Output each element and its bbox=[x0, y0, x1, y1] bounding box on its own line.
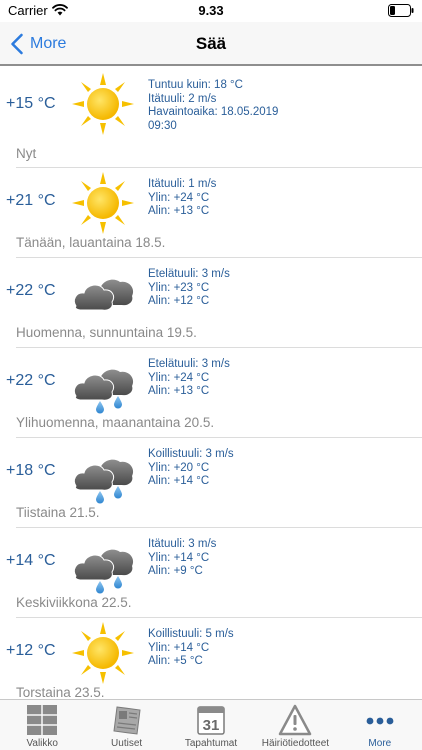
more-dots-icon bbox=[366, 717, 394, 725]
tab-uutiset[interactable]: Uutiset bbox=[84, 700, 168, 750]
day-label: Tänään, lauantaina 18.5. bbox=[16, 235, 166, 250]
navigation-bar: More Sää bbox=[0, 22, 422, 66]
status-bar: Carrier 9.33 bbox=[0, 0, 422, 22]
tab-more[interactable]: More bbox=[338, 700, 422, 750]
battery-icon bbox=[388, 4, 414, 17]
tab-tapahtumat[interactable]: 31 Tapahtumat bbox=[169, 700, 253, 750]
temperature: +14 °C bbox=[6, 552, 56, 569]
observation-time: Havaintoaika: 18.05.2019 bbox=[148, 106, 279, 118]
max-temp: Ylin: +24 °C bbox=[148, 191, 210, 204]
forecast-row: +22 °C Etelätuuli: 3 m/s Ylin: +24 °C Al… bbox=[0, 348, 422, 438]
forecast-row: +14 °C Itätuuli: 3 m/s Ylin: +14 °C Alin… bbox=[0, 528, 422, 618]
cloud-icon bbox=[70, 260, 136, 326]
rain-cloud-icon bbox=[70, 440, 136, 506]
tab-valikko[interactable]: Valikko bbox=[0, 700, 84, 750]
wind: Etelätuuli: 3 m/s bbox=[148, 268, 230, 280]
temperature: +21 °C bbox=[6, 192, 56, 209]
day-label: Torstaina 23.5. bbox=[16, 685, 105, 699]
tab-label: Valikko bbox=[26, 738, 58, 749]
forecast-row: +22 °C Etelätuuli: 3 m/s Ylin: +23 °C Al… bbox=[0, 258, 422, 348]
tab-label: Häiriötiedotteet bbox=[261, 738, 330, 749]
tab-label: Tapahtumat bbox=[184, 738, 238, 749]
min-temp: Alin: +9 °C bbox=[148, 565, 203, 577]
temperature: +22 °C bbox=[6, 372, 56, 389]
page-title: Sää bbox=[195, 34, 227, 53]
forecast-list[interactable]: +15 °C Tuntuu kuin: 18 °C Itätuuli: 2 m/… bbox=[0, 67, 422, 699]
tab-bar: Valikko Uutiset 31 Tapahtumat Häiriötied… bbox=[0, 699, 422, 750]
forecast-details: Tuntuu kuin: 18 °C Itätuuli: 2 m/s Havai… bbox=[148, 79, 278, 133]
sun-icon bbox=[70, 170, 136, 236]
sun-icon bbox=[70, 71, 136, 137]
day-label: Huomenna, sunnuntaina 19.5. bbox=[16, 325, 197, 340]
observation-clock: 09:30 bbox=[148, 119, 177, 132]
tab-hairiotiedotteet[interactable]: Häiriötiedotteet bbox=[253, 700, 337, 750]
forecast-details: Etelätuuli: 3 m/s Ylin: +24 °C Alin: +13… bbox=[148, 358, 230, 399]
max-temp: Ylin: +14 °C bbox=[148, 641, 210, 654]
wind: Itätuuli: 3 m/s bbox=[148, 538, 217, 550]
newspaper-icon bbox=[113, 706, 141, 735]
temperature: +15 °C bbox=[6, 95, 56, 112]
rain-cloud-icon bbox=[70, 350, 136, 416]
forecast-row: +18 °C Koillistuuli: 3 m/s Ylin: +20 °C … bbox=[0, 438, 422, 528]
day-label: Nyt bbox=[16, 146, 37, 161]
forecast-details: Koillistuuli: 3 m/s Ylin: +20 °C Alin: +… bbox=[148, 448, 234, 489]
min-temp: Alin: +5 °C bbox=[148, 655, 203, 667]
tab-label: More bbox=[368, 738, 392, 749]
temperature: +22 °C bbox=[6, 282, 56, 299]
forecast-row: +21 °C Itätuuli: 1 m/s Ylin: +24 °C Alin… bbox=[0, 168, 422, 258]
min-temp: Alin: +12 °C bbox=[148, 295, 210, 307]
day-label: Keskiviikkona 22.5. bbox=[16, 595, 132, 610]
min-temp: Alin: +13 °C bbox=[148, 385, 210, 397]
feels-like: Tuntuu kuin: 18 °C bbox=[148, 79, 243, 91]
max-temp: Ylin: +24 °C bbox=[148, 371, 210, 384]
wind: Itätuuli: 1 m/s bbox=[148, 178, 217, 190]
grid-menu-icon bbox=[27, 705, 58, 735]
calendar-day-text: 31 bbox=[203, 717, 220, 734]
rain-cloud-icon bbox=[70, 530, 136, 596]
min-temp: Alin: +13 °C bbox=[148, 205, 210, 217]
sun-icon bbox=[70, 620, 136, 686]
clock-time: 9.33 bbox=[198, 3, 224, 18]
max-temp: Ylin: +23 °C bbox=[148, 281, 210, 294]
forecast-details: Koillistuuli: 5 m/s Ylin: +14 °C Alin: +… bbox=[148, 628, 234, 669]
wind: Koillistuuli: 3 m/s bbox=[148, 448, 234, 460]
warning-icon bbox=[279, 704, 312, 736]
min-temp: Alin: +14 °C bbox=[148, 475, 210, 487]
tab-label: Uutiset bbox=[111, 738, 143, 749]
day-label: Ylihuomenna, maanantaina 20.5. bbox=[16, 415, 215, 430]
forecast-details: Etelätuuli: 3 m/s Ylin: +23 °C Alin: +12… bbox=[148, 268, 230, 309]
max-temp: Ylin: +14 °C bbox=[148, 551, 210, 564]
calendar-icon: 31 bbox=[197, 706, 225, 735]
temperature: +18 °C bbox=[6, 462, 56, 479]
forecast-details: Itätuuli: 1 m/s Ylin: +24 °C Alin: +13 °… bbox=[148, 178, 216, 219]
wind: Koillistuuli: 5 m/s bbox=[148, 628, 234, 640]
forecast-row-now: +15 °C Tuntuu kuin: 18 °C Itätuuli: 2 m/… bbox=[0, 67, 422, 168]
forecast-details: Itätuuli: 3 m/s Ylin: +14 °C Alin: +9 °C bbox=[148, 538, 216, 579]
wind: Etelätuuli: 3 m/s bbox=[148, 358, 230, 370]
wind: Itätuuli: 2 m/s bbox=[148, 92, 217, 105]
forecast-row: +12 °C Koillistuuli: 5 m/s Ylin: +14 °C … bbox=[0, 618, 422, 699]
temperature: +12 °C bbox=[6, 642, 56, 659]
max-temp: Ylin: +20 °C bbox=[148, 461, 210, 474]
day-label: Tiistaina 21.5. bbox=[16, 505, 100, 520]
